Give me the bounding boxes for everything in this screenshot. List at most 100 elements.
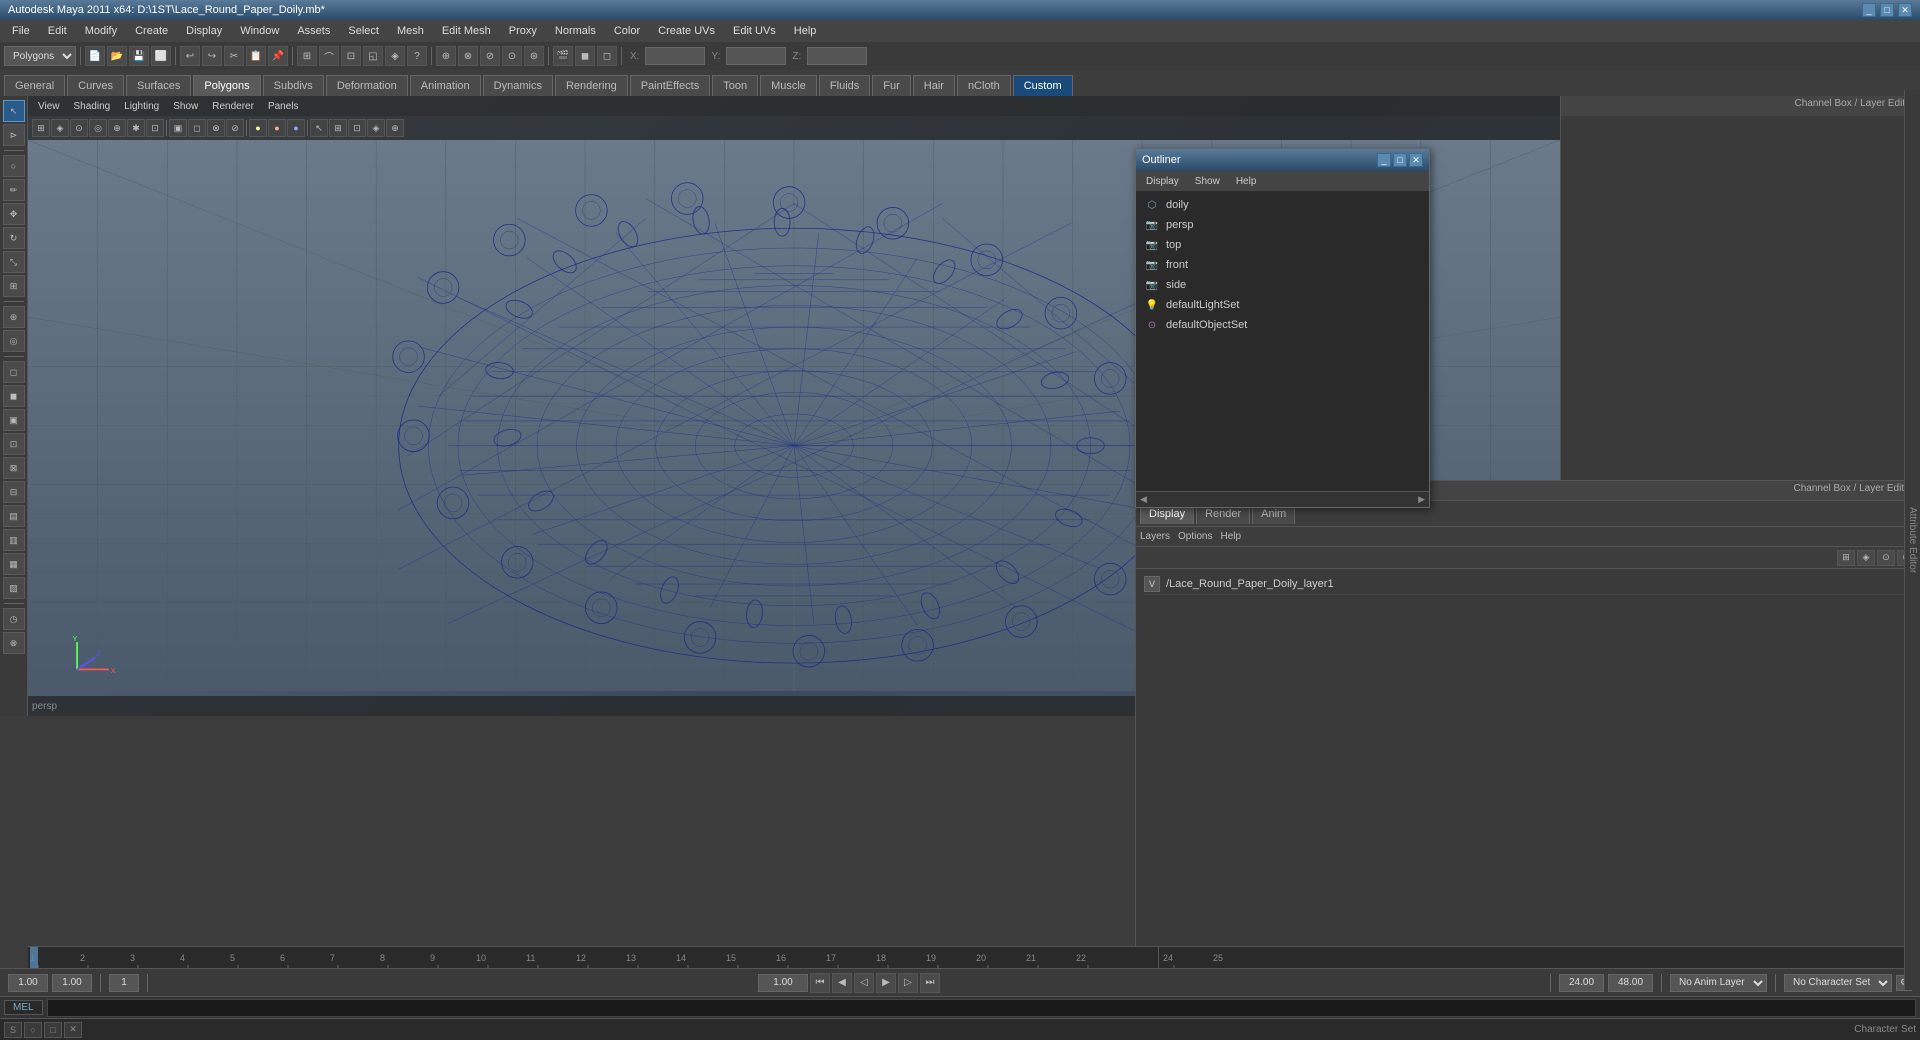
light-sphere3[interactable]: ● (287, 119, 305, 137)
menu-edit[interactable]: Edit (40, 23, 75, 39)
open-file-icon[interactable]: 📂 (107, 46, 127, 66)
outliner-item-persp[interactable]: 📷 persp (1136, 215, 1429, 235)
tool10[interactable]: ▣ (3, 409, 25, 431)
vp-icon5[interactable]: ⊕ (108, 119, 126, 137)
tab-toon[interactable]: Toon (712, 75, 758, 96)
layer-visibility[interactable]: V (1144, 576, 1160, 592)
vp-icon3[interactable]: ⊙ (70, 119, 88, 137)
icon12[interactable]: ⊘ (480, 46, 500, 66)
universal-manip[interactable]: ⊛ (3, 306, 25, 328)
next-frame[interactable]: ▷ (898, 973, 918, 993)
snap-grid-icon[interactable]: ⊞ (297, 46, 317, 66)
tab-subdivs[interactable]: Subdivs (263, 75, 324, 96)
render-icon[interactable]: 🎬 (553, 46, 573, 66)
y-input[interactable] (726, 47, 786, 65)
move-tool[interactable]: ✥ (3, 203, 25, 225)
tool2[interactable]: ⊳ (3, 124, 25, 146)
vp-icon16[interactable]: ⊕ (386, 119, 404, 137)
vp-menu-renderer[interactable]: Renderer (206, 99, 260, 114)
menu-normals[interactable]: Normals (547, 23, 604, 39)
vp-icon10[interactable]: ⊗ (207, 119, 225, 137)
snap-surface-icon[interactable]: ◱ (363, 46, 383, 66)
vp-menu-view[interactable]: View (32, 99, 66, 114)
tab-general[interactable]: General (4, 75, 65, 96)
tab-animation[interactable]: Animation (410, 75, 481, 96)
tab-deformation[interactable]: Deformation (326, 75, 408, 96)
mode-dropdown[interactable]: Polygons (4, 46, 76, 66)
tab-hair[interactable]: Hair (913, 75, 955, 96)
soft-select[interactable]: ◎ (3, 330, 25, 352)
cb-tool2[interactable]: ◈ (1857, 550, 1875, 566)
anim-layer-dropdown[interactable]: No Anim Layer (1670, 974, 1767, 992)
tab-custom[interactable]: Custom (1013, 75, 1073, 96)
vp-icon14[interactable]: ⊡ (348, 119, 366, 137)
out-menu-show[interactable]: Show (1189, 174, 1226, 189)
tab-rendering[interactable]: Rendering (555, 75, 628, 96)
undo-icon[interactable]: ↩ (180, 46, 200, 66)
tab-muscle[interactable]: Muscle (760, 75, 817, 96)
tool14[interactable]: ▤ (3, 505, 25, 527)
command-line[interactable] (47, 999, 1916, 1017)
tool17[interactable]: ▧ (3, 577, 25, 599)
scroll-left[interactable]: ◀ (1140, 494, 1147, 505)
icon10[interactable]: ⊕ (436, 46, 456, 66)
outliner-item-top[interactable]: 📷 top (1136, 235, 1429, 255)
prev-frame[interactable]: ◀ (832, 973, 852, 993)
outliner-item-side[interactable]: 📷 side (1136, 275, 1429, 295)
timeline-area[interactable]: 1 2 3 4 5 6 7 8 9 10 11 (28, 946, 1920, 968)
vp-menu-shading[interactable]: Shading (68, 99, 117, 114)
cb-tool1[interactable]: ⊞ (1837, 550, 1855, 566)
mel-label[interactable]: MEL (4, 1000, 43, 1015)
menu-create[interactable]: Create (127, 23, 176, 39)
scroll-right[interactable]: ▶ (1418, 494, 1425, 505)
light-sphere2[interactable]: ● (268, 119, 286, 137)
playback-fps[interactable] (52, 974, 92, 992)
outliner-minimize[interactable]: _ (1377, 153, 1391, 167)
cb-tool3[interactable]: ⊙ (1877, 550, 1895, 566)
menu-edit-uvs[interactable]: Edit UVs (725, 23, 784, 39)
current-frame-input[interactable] (109, 974, 139, 992)
z-input[interactable] (807, 47, 867, 65)
tool12[interactable]: ⊠ (3, 457, 25, 479)
menu-window[interactable]: Window (232, 23, 287, 39)
icon3[interactable]: ⬜ (151, 46, 171, 66)
menu-proxy[interactable]: Proxy (501, 23, 545, 39)
outliner-close[interactable]: ✕ (1409, 153, 1423, 167)
icon8[interactable]: ◈ (385, 46, 405, 66)
minimize-button[interactable]: _ (1862, 3, 1876, 17)
icon7[interactable]: 📌 (268, 46, 288, 66)
outliner-item-front[interactable]: 📷 front (1136, 255, 1429, 275)
maximize-button[interactable]: □ (1880, 3, 1894, 17)
go-to-start[interactable]: ⏮ (810, 973, 830, 993)
frame-display[interactable] (758, 974, 808, 992)
vp-icon7[interactable]: ⊡ (146, 119, 164, 137)
bottom-controls[interactable]: S ○ □ ✕ (4, 1022, 82, 1038)
vp-menu-show[interactable]: Show (167, 99, 204, 114)
cb-sm-layers[interactable]: Layers (1140, 531, 1170, 542)
tool11[interactable]: ⊡ (3, 433, 25, 455)
x-input[interactable] (645, 47, 705, 65)
paint-tool[interactable]: ✏ (3, 179, 25, 201)
save-file-icon[interactable]: 💾 (129, 46, 149, 66)
vp-menu-lighting[interactable]: Lighting (118, 99, 165, 114)
snap-point-icon[interactable]: ⊡ (341, 46, 361, 66)
outliner-item-doily[interactable]: ⬡ doily (1136, 195, 1429, 215)
tab-painteffects[interactable]: PaintEffects (630, 75, 711, 96)
menu-help[interactable]: Help (786, 23, 825, 39)
tab-curves[interactable]: Curves (67, 75, 124, 96)
out-menu-display[interactable]: Display (1140, 174, 1185, 189)
menu-assets[interactable]: Assets (289, 23, 338, 39)
outliner-item-defaultobjectset[interactable]: ⊙ defaultObjectSet (1136, 315, 1429, 335)
vp-icon15[interactable]: ◈ (367, 119, 385, 137)
anim-start[interactable] (1559, 974, 1604, 992)
new-file-icon[interactable]: 📄 (85, 46, 105, 66)
tool9[interactable]: ◼ (3, 385, 25, 407)
rotate-tool[interactable]: ↻ (3, 227, 25, 249)
tab-surfaces[interactable]: Surfaces (126, 75, 191, 96)
tool15[interactable]: ▥ (3, 529, 25, 551)
menu-modify[interactable]: Modify (77, 23, 125, 39)
menu-edit-mesh[interactable]: Edit Mesh (434, 23, 499, 39)
vp-icon2[interactable]: ◈ (51, 119, 69, 137)
cb-layer-row[interactable]: V /Lace_Round_Paper_Doily_layer1 (1144, 573, 1911, 595)
menu-select[interactable]: Select (340, 23, 387, 39)
